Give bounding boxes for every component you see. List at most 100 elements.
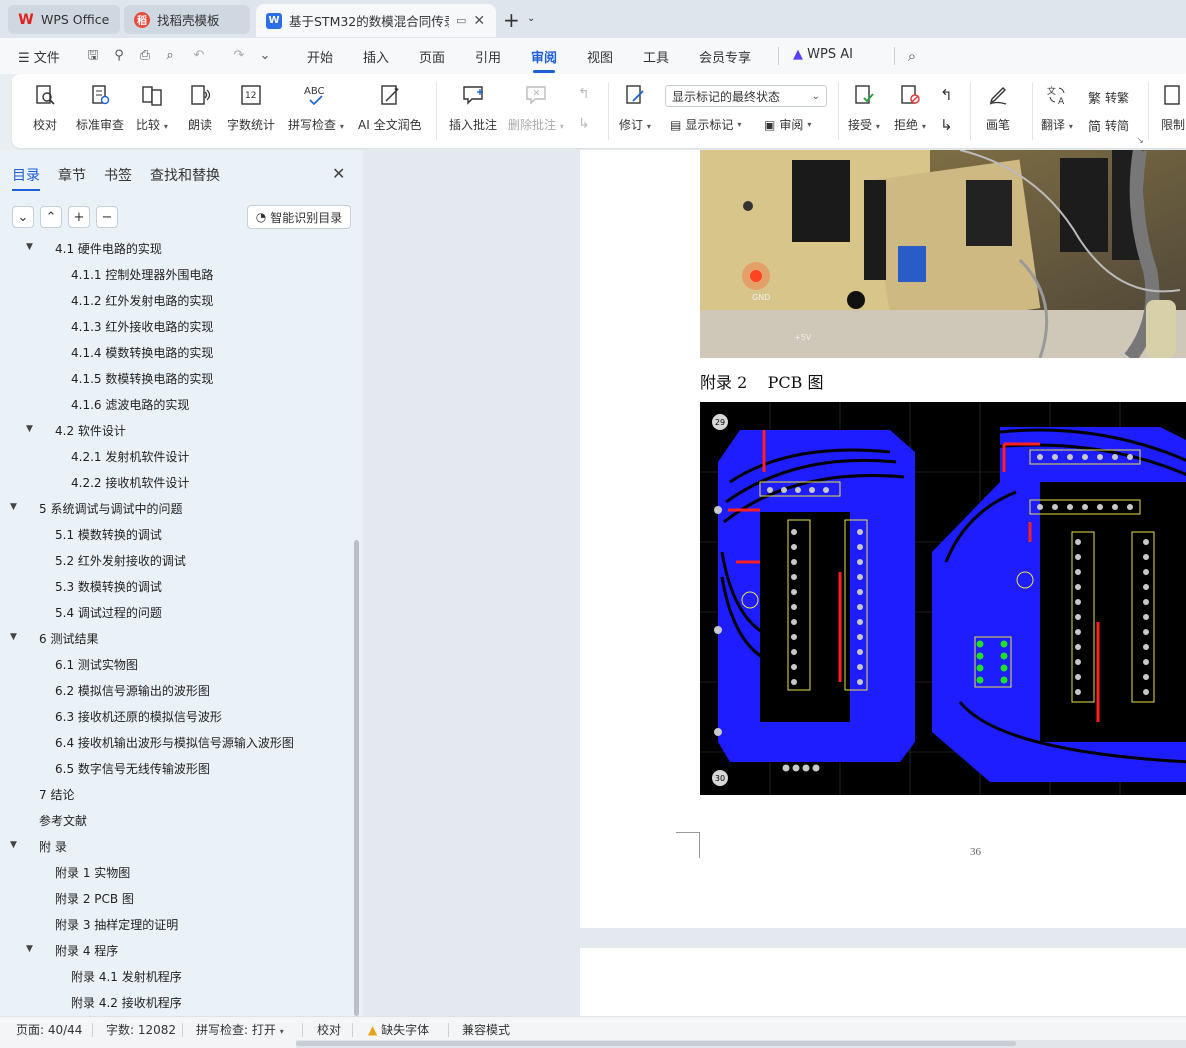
previous-comment-icon[interactable]: ↰ [578, 86, 590, 102]
expand-triangle-icon[interactable]: ▼ [10, 502, 17, 512]
menu-view[interactable]: 视图 [587, 47, 613, 66]
proofread-status[interactable]: 校对 [317, 1021, 341, 1038]
undo-icon[interactable]: ↶ [192, 49, 206, 63]
restrict-editing-button[interactable]: 限制 [1160, 82, 1186, 133]
toc-item[interactable]: 4.2.2 接收机软件设计 [71, 472, 189, 492]
menu-member[interactable]: 会员专享 [699, 47, 751, 66]
link-icon[interactable]: ⚲ [112, 49, 126, 63]
to-traditional-button[interactable]: 繁转繁 [1088, 88, 1129, 107]
expand-up-button[interactable]: ⌃ [40, 206, 62, 228]
add-heading-button[interactable]: + [68, 206, 90, 228]
toc-item[interactable]: 4.2 软件设计 [55, 420, 126, 440]
redo-icon[interactable]: ↷ [232, 49, 246, 63]
menu-references[interactable]: 引用 [475, 47, 501, 66]
tab-wps-office[interactable]: W WPS Office [8, 5, 120, 34]
toc-item[interactable]: 5.3 数模转换的调试 [55, 576, 162, 596]
pen-button[interactable]: 画笔 [985, 82, 1011, 133]
remove-heading-button[interactable]: − [96, 206, 118, 228]
track-changes-button[interactable]: 修订 ▾ [619, 82, 651, 133]
nav-tab-sections[interactable]: 章节 [58, 165, 86, 185]
page-indicator[interactable]: 页面: 40/44 [16, 1021, 82, 1038]
toc-item[interactable]: 5.1 模数转换的调试 [55, 524, 162, 544]
save-icon[interactable]: 🖫 [86, 49, 100, 63]
next-change-icon[interactable]: ↳ [940, 116, 953, 134]
expand-triangle-icon[interactable]: ▼ [26, 424, 33, 434]
wps-ai-button[interactable]: ▲ WPS AI [793, 47, 853, 62]
toc-item[interactable]: 4.1.3 红外接收电路的实现 [71, 316, 213, 336]
toc-item[interactable]: 附 录 [39, 836, 67, 856]
search-icon[interactable]: ⌕ [905, 49, 919, 64]
print-icon[interactable]: ⎙ [138, 49, 152, 63]
next-comment-icon[interactable]: ↳ [578, 116, 590, 132]
toc-item[interactable]: 4.1.1 控制处理器外围电路 [71, 264, 213, 284]
spell-check-status[interactable]: 拼写检查: 打开 ▾ [196, 1021, 284, 1038]
insert-comment-button[interactable]: 插入批注 [449, 82, 497, 133]
expand-triangle-icon[interactable]: ▼ [26, 242, 33, 252]
accept-button[interactable]: 接受 ▾ [848, 82, 880, 133]
menu-start[interactable]: 开始 [307, 47, 333, 66]
toc-item[interactable]: 7 结论 [39, 784, 74, 804]
to-simplified-button[interactable]: 简转简 [1088, 116, 1129, 135]
nav-tab-toc[interactable]: 目录 [12, 165, 40, 191]
toc-item[interactable]: 4.1.4 模数转换电路的实现 [71, 342, 213, 362]
expand-triangle-icon[interactable]: ▼ [10, 632, 17, 642]
word-count-indicator[interactable]: 字数: 12082 [106, 1021, 176, 1038]
toc-item[interactable]: 5 系统调试与调试中的问题 [39, 498, 182, 518]
reject-button[interactable]: 拒绝 ▾ [894, 82, 926, 133]
toc-item[interactable]: 附录 4 程序 [55, 940, 118, 960]
word-count-button[interactable]: 12 字数统计 [227, 82, 275, 133]
toc-item[interactable]: 4.2.1 发射机软件设计 [71, 446, 189, 466]
toc-item[interactable]: 6.4 接收机输出波形与模拟信号源输入波形图 [55, 732, 294, 752]
nav-tab-bookmarks[interactable]: 书签 [104, 165, 132, 185]
toc-item[interactable]: 6.3 接收机还原的模拟信号波形 [55, 706, 222, 726]
toc-item[interactable]: 4.1.5 数模转换电路的实现 [71, 368, 213, 388]
menu-insert[interactable]: 插入 [363, 47, 389, 66]
compare-button[interactable]: 比较 ▾ [136, 82, 168, 133]
close-tab-icon[interactable]: ✕ [473, 13, 485, 29]
menu-review[interactable]: 审阅 [531, 47, 557, 73]
toc-scrollbar[interactable] [354, 540, 359, 1016]
toc-item[interactable]: 5.2 红外发射接收的调试 [55, 550, 186, 570]
toc-item[interactable]: 附录 1 实物图 [55, 862, 130, 882]
ai-polish-button[interactable]: ✦ AI 全文润色 [358, 82, 422, 133]
delete-comment-button[interactable]: 删除批注 ▾ [508, 82, 564, 133]
toc-item[interactable]: 附录 2 PCB 图 [55, 888, 134, 908]
missing-font-status[interactable]: ▲ 缺失字体 [368, 1021, 429, 1038]
horizontal-scrollbar-thumb[interactable] [296, 1041, 1016, 1046]
read-aloud-button[interactable]: 朗读 [187, 82, 213, 133]
tab-docer-templates[interactable]: 稻 找稻壳模板 [124, 5, 250, 34]
collapse-all-button[interactable]: ⌄ [12, 206, 34, 228]
toc-item[interactable]: 6.2 模拟信号源输出的波形图 [55, 680, 210, 700]
review-pane-button[interactable]: ▣ 审阅 ▾ [764, 116, 811, 133]
toc-item[interactable]: 4.1 硬件电路的实现 [55, 242, 162, 258]
file-menu[interactable]: ☰ 文件 [18, 47, 60, 66]
proofread-button[interactable]: 校对 [32, 82, 58, 133]
translate-button[interactable]: 文A 翻译 ▾ [1041, 82, 1073, 133]
quick-access-more-icon[interactable]: ⌄ [258, 49, 272, 63]
previous-change-icon[interactable]: ↰ [940, 86, 953, 104]
chevron-down-icon[interactable]: ⌄ [527, 13, 535, 24]
show-markup-button[interactable]: ▤ 显示标记 ▾ [670, 116, 741, 133]
print-preview-icon[interactable]: ⌕ [163, 49, 177, 63]
menu-page[interactable]: 页面 [419, 47, 445, 66]
toc-item[interactable]: 6.1 测试实物图 [55, 654, 138, 674]
toc-item[interactable]: 参考文献 [39, 810, 87, 830]
toc-item[interactable]: 5.4 调试过程的问题 [55, 602, 162, 622]
toc-item[interactable]: 6 测试结果 [39, 628, 98, 648]
toc-item[interactable]: 6.5 数字信号无线传输波形图 [55, 758, 210, 778]
toc-item[interactable]: 附录 4.1 发射机程序 [71, 966, 182, 986]
toc-item[interactable]: 4.1.2 红外发射电路的实现 [71, 290, 213, 310]
toc-item[interactable]: 4.1.6 滤波电路的实现 [71, 394, 189, 414]
standard-review-button[interactable]: 标准审查 [76, 82, 124, 133]
close-pane-icon[interactable]: ✕ [332, 164, 345, 183]
menu-tools[interactable]: 工具 [643, 47, 669, 66]
expand-dialog-icon[interactable]: ↘ [1137, 136, 1144, 145]
spell-check-button[interactable]: ABC 拼写检查 ▾ [288, 82, 344, 133]
expand-triangle-icon[interactable]: ▼ [10, 840, 17, 850]
smart-toc-button[interactable]: ◔ 智能识别目录 [247, 205, 351, 229]
display-mode-select[interactable]: 显示标记的最终状态 ⌄ [665, 85, 827, 107]
new-tab-icon[interactable]: + [503, 8, 520, 32]
monitor-icon[interactable]: ▭ [456, 14, 466, 27]
nav-tab-find-replace[interactable]: 查找和替换 [150, 165, 220, 185]
toc-item[interactable]: 附录 3 抽样定理的证明 [55, 914, 178, 934]
